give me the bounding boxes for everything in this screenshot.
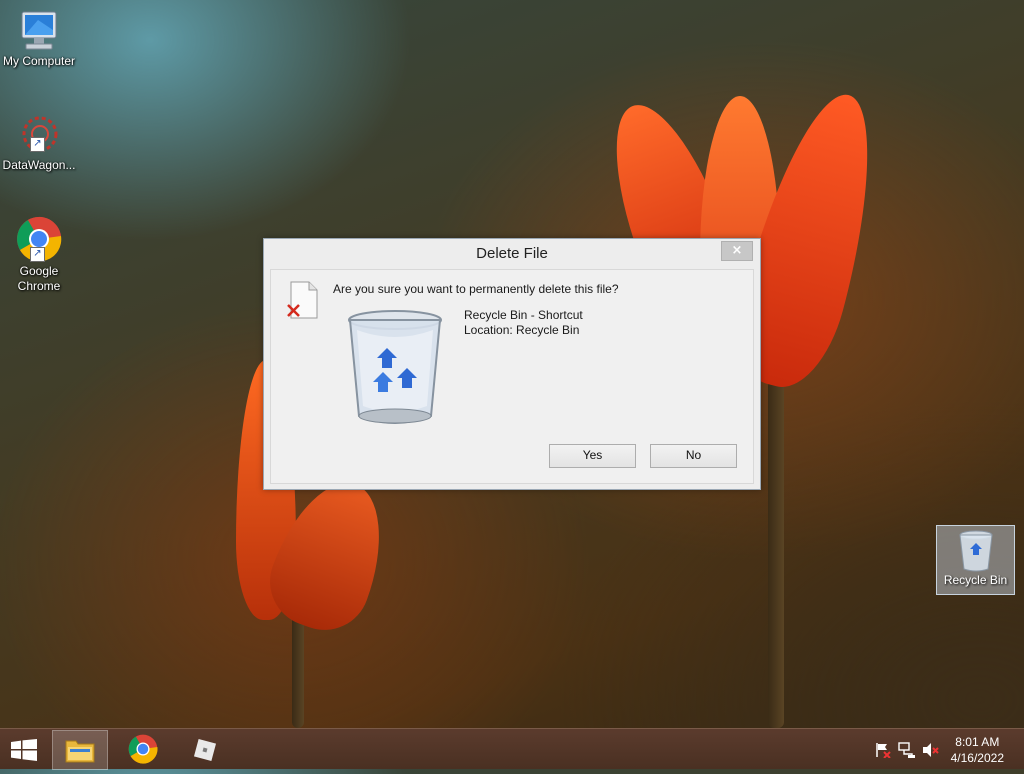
dialog-body: Are you sure you want to permanently del… [270, 269, 754, 484]
close-button[interactable]: × [721, 241, 753, 261]
no-button[interactable]: No [650, 444, 737, 468]
dialog-title: Delete File [476, 245, 548, 262]
delete-file-dialog: Delete File × Are you sure you want to p… [263, 238, 761, 490]
desktop-icon-google-chrome[interactable]: ↗ Google Chrome [0, 216, 78, 294]
roblox-icon [192, 737, 218, 766]
file-name: Recycle Bin - Shortcut [464, 308, 583, 322]
windows-logo-icon [11, 739, 37, 764]
desktop-icon-label: DataWagon... [2, 158, 76, 172]
recycle-bin-icon [956, 529, 996, 573]
recycle-bin-large-icon [347, 308, 443, 428]
desktop-icon-label: My Computer [2, 54, 76, 68]
action-center-flag-icon[interactable] [875, 742, 891, 761]
network-icon[interactable] [898, 741, 916, 762]
clock-date: 4/16/2022 [950, 751, 1004, 765]
datawagon-icon: ↗ [16, 114, 62, 156]
file-delete-icon [287, 281, 319, 319]
system-tray [872, 729, 948, 769]
volume-muted-icon[interactable] [922, 742, 940, 761]
taskbar: 8:01 AM 4/16/2022 [0, 728, 1024, 770]
chrome-icon: ↗ [16, 216, 62, 262]
desktop-icon-recycle-bin[interactable]: Recycle Bin [936, 525, 1015, 595]
taskbar-roblox[interactable] [178, 730, 232, 768]
taskbar-file-explorer[interactable] [52, 730, 108, 770]
clock[interactable]: 8:01 AM 4/16/2022 [951, 734, 1004, 774]
computer-icon [16, 10, 62, 52]
confirmation-question: Are you sure you want to permanently del… [333, 282, 619, 296]
file-explorer-icon [65, 737, 95, 766]
desktop-icon-label: Google Chrome [17, 264, 61, 293]
taskbar-google-chrome[interactable] [116, 730, 170, 768]
chrome-icon [128, 734, 158, 767]
shortcut-arrow-icon: ↗ [30, 247, 45, 262]
shortcut-arrow-icon: ↗ [30, 137, 45, 152]
desktop-icon-my-computer[interactable]: My Computer [0, 10, 78, 69]
desktop-icon-label: Recycle Bin [943, 573, 1008, 587]
file-info: Recycle Bin - Shortcut Location: Recycle… [464, 308, 583, 338]
yes-button[interactable]: Yes [549, 444, 636, 468]
start-button[interactable] [0, 730, 48, 768]
desktop-icon-datawagon[interactable]: ↗ DataWagon... [0, 114, 78, 173]
file-location: Location: Recycle Bin [464, 323, 580, 337]
clock-time: 8:01 AM [955, 735, 1000, 749]
